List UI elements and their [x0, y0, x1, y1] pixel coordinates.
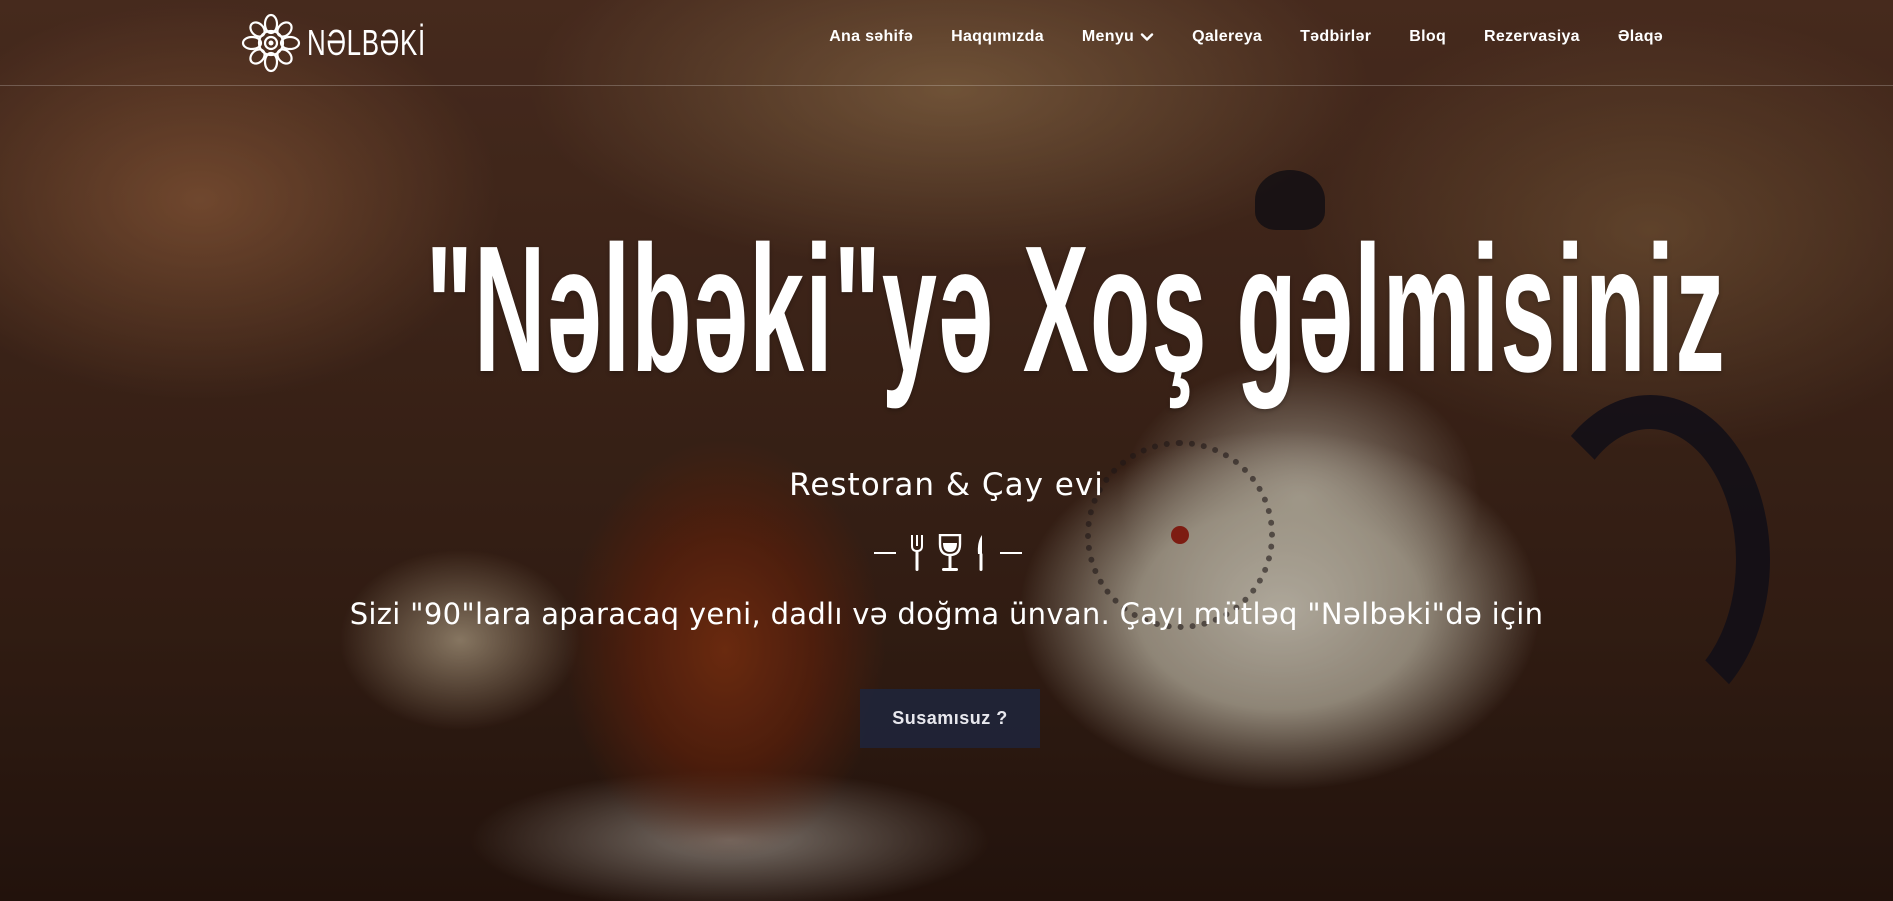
cutlery-divider: [860, 533, 1035, 573]
wine-glass-icon: [938, 534, 961, 571]
thirsty-cta-button[interactable]: Susamısuz ?: [860, 689, 1040, 748]
hero-title: "Nəlbəki"yə Xoş gəlmisiniz: [425, 209, 1726, 410]
divider-line-right: [999, 552, 1022, 554]
fork-icon: [910, 535, 923, 571]
hero-tagline: Sizi "90"lara aparacaq yeni, dadlı və do…: [349, 597, 1544, 631]
hero-subtitle: Restoran & Çay evi: [789, 467, 1104, 503]
knife-icon: [977, 535, 982, 571]
hero-section: "Nəlbəki"yə Xoş gəlmisiniz Restoran & Ça…: [0, 0, 1893, 901]
divider-line-left: [873, 552, 896, 554]
